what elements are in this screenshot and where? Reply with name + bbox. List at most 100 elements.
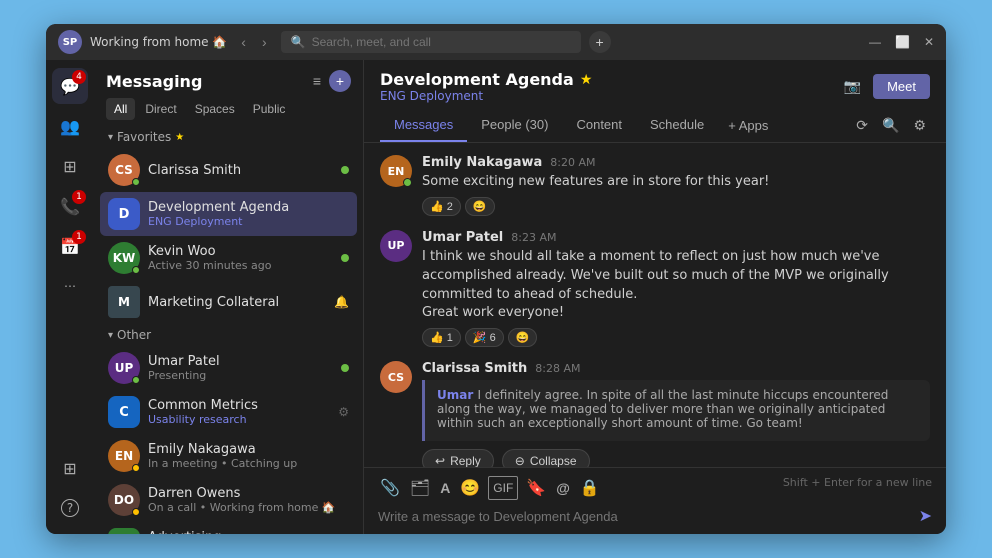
refresh-icon-button[interactable]: ⟳ [852,113,872,138]
chat-badge: 4 [72,70,86,84]
msg-text-umar: I think we should all take a moment to r… [422,248,930,323]
chat-star-icon: ★ [580,72,593,88]
tab-people[interactable]: People (30) [467,109,562,142]
avatar-emily: EN [108,440,140,472]
teams-nav-button[interactable]: ⊞ [52,148,88,184]
chat-name-kevin: Kevin Woo [148,244,333,259]
reply-button[interactable]: ↩ Reply [422,449,494,467]
status-dot-kevin [132,266,140,274]
meet-button[interactable]: Meet [873,74,930,99]
chat-item-umar[interactable]: UP Umar Patel Presenting [100,346,357,390]
msg-header-clarissa: Clarissa Smith 8:28 AM [422,361,930,376]
tab-content[interactable]: Content [562,109,636,142]
people-nav-button[interactable]: 👥 [52,108,88,144]
close-button[interactable]: ✕ [924,35,934,49]
chat-name-marketing: Marketing Collateral [148,295,326,310]
collapse-button[interactable]: ⊖ Collapse [502,449,590,467]
avatar-dev-agenda: D [108,198,140,230]
chat-info-advertising: Advertising Marketing Department [148,530,349,534]
search-bar[interactable]: 🔍 [281,31,581,53]
chat-header-info: Development Agenda ★ ENG Deployment [380,70,592,103]
quoted-message: Umar I definitely agree. In spite of all… [422,380,930,441]
text-format-button[interactable]: A [438,476,452,500]
reaction-smile-umar[interactable]: 😄 [508,328,538,347]
emoji-button[interactable]: 😊 [458,476,482,500]
status-dot-darren [132,508,140,516]
attach-button[interactable]: 📎 [378,476,402,500]
reaction-thumbsup-emily[interactable]: 👍 2 [422,197,461,216]
chat-nav-button[interactable]: 💬 4 [52,68,88,104]
favorites-section-header[interactable]: ▾ Favorites ★ [100,126,357,148]
minimize-button[interactable]: — [869,35,881,49]
people-icon: 👥 [60,117,80,136]
video-button[interactable]: 📷 [840,74,865,99]
search-chat-button[interactable]: 🔍 [878,113,903,138]
chat-title-area: Development Agenda ★ ENG Deployment [380,70,592,103]
tab-spaces[interactable]: Spaces [187,98,243,120]
reply-actions: ↩ Reply ⊖ Collapse [422,449,930,467]
sidebar: Messaging ≡ + All Direct Spaces Public ▾… [94,60,364,534]
reaction-thumbsup-umar[interactable]: 👍 1 [422,328,461,347]
tab-messages[interactable]: Messages [380,109,467,142]
chat-item-emily[interactable]: EN Emily Nakagawa In a meeting • Catchin… [100,434,357,478]
search-input[interactable] [312,35,571,49]
msg-avatar-emily: EN [380,155,412,187]
collapse-icon: ⊖ [515,454,525,467]
icon-bar: 💬 4 👥 ⊞ 📞 1 📅 1 ⋯ ⊞ [46,60,94,534]
chat-item-marketing[interactable]: M Marketing Collateral 🔔 [100,280,357,324]
status-dot-clarissa [132,178,140,186]
chat-item-advertising[interactable]: A Advertising Marketing Department [100,522,357,534]
chat-header-actions: 📷 Meet [840,74,930,99]
tab-schedule[interactable]: Schedule [636,109,718,142]
add-tab-button[interactable]: + Apps [718,112,778,139]
window-title: Working from home 🏠 [90,35,227,49]
favorites-label: Favorites [117,130,171,144]
back-button[interactable]: ‹ [235,32,252,52]
connect-nav-button[interactable]: ⋯ [52,268,88,304]
forward-button[interactable]: › [256,32,273,52]
notif-icon-common-metrics: ⚙ [338,405,349,419]
avatar-common-metrics: C [108,396,140,428]
main-content: 💬 4 👥 ⊞ 📞 1 📅 1 ⋯ ⊞ [46,60,946,534]
sticker-button[interactable]: 🔖 [524,476,548,500]
apps-icon: ⊞ [63,459,76,478]
chat-item-kevin-woo[interactable]: KW Kevin Woo Active 30 minutes ago [100,236,357,280]
other-section-header[interactable]: ▾ Other [100,324,357,346]
maximize-button[interactable]: ⬜ [895,35,910,49]
lock-button[interactable]: 🔒 [578,476,602,500]
chat-item-dev-agenda[interactable]: D Development Agenda ENG Deployment [100,192,357,236]
avatar-darren: DO [108,484,140,516]
sidebar-header: Messaging ≡ + [94,60,363,98]
image-button[interactable]: GIF [488,476,518,500]
msg-reactions-umar: 👍 1 🎉 6 😄 [422,328,930,347]
msg-content-umar: Umar Patel 8:23 AM I think we should all… [422,230,930,347]
calendar-nav-button[interactable]: 📅 1 [52,228,88,264]
tab-all[interactable]: All [106,98,135,120]
title-bar: SP Working from home 🏠 ‹ › 🔍 + — ⬜ ✕ [46,24,946,60]
tab-direct[interactable]: Direct [137,98,184,120]
chat-item-clarissa-smith[interactable]: CS Clarissa Smith [100,148,357,192]
chat-info-kevin: Kevin Woo Active 30 minutes ago [148,244,333,272]
mention-button[interactable]: @ [554,476,572,500]
help-nav-button[interactable]: ? [52,490,88,526]
folder-button[interactable]: 🗂 [408,476,432,500]
message-input-field[interactable] [378,509,911,524]
connect-icon: ⋯ [64,279,76,293]
reaction-party-umar[interactable]: 🎉 6 [465,328,504,347]
sidebar-add-button[interactable]: + [329,70,351,92]
apps-nav-button[interactable]: ⊞ [52,450,88,486]
help-icon: ? [61,499,79,517]
send-button[interactable]: ➤ [919,506,932,526]
settings-chat-button[interactable]: ⚙ [909,113,930,138]
chat-item-common-metrics[interactable]: C Common Metrics Usability research ⚙ [100,390,357,434]
reaction-smile-emily[interactable]: 😄 [465,197,495,216]
msg-content-clarissa: Clarissa Smith 8:28 AM Umar I definitely… [422,361,930,467]
add-button[interactable]: + [589,31,611,53]
unread-dot-umar [341,364,349,372]
chat-info-emily: Emily Nakagawa In a meeting • Catching u… [148,442,349,470]
avatar-clarissa-smith: CS [108,154,140,186]
calls-nav-button[interactable]: 📞 1 [52,188,88,224]
chat-item-darren[interactable]: DO Darren Owens On a call • Working from… [100,478,357,522]
tab-public[interactable]: Public [245,98,294,120]
filter-button[interactable]: ≡ [313,70,321,92]
